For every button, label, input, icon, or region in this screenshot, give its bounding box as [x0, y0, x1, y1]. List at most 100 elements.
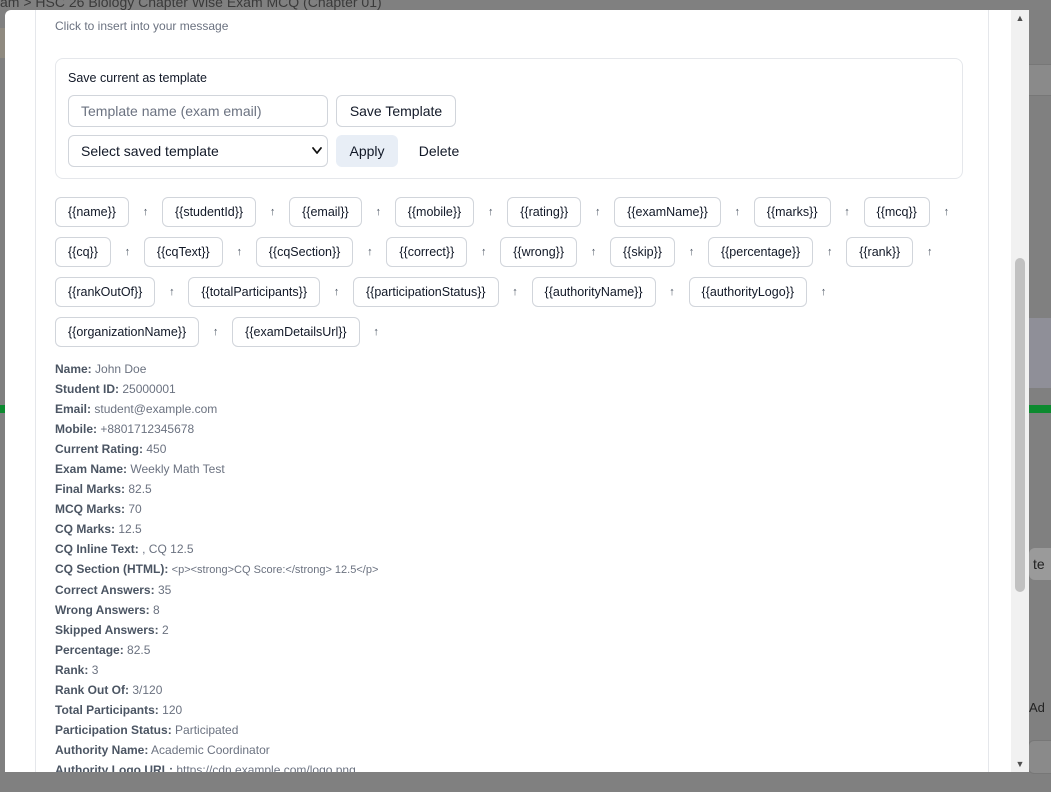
preview-key: Student ID:: [55, 382, 119, 396]
insert-arrow-icon[interactable]: ↑: [675, 246, 708, 258]
placeholder-chip[interactable]: {{percentage}}: [707, 237, 814, 267]
preview-value: 25000001: [122, 382, 176, 396]
insert-arrow-icon[interactable]: ↑: [223, 246, 256, 258]
insert-arrow-icon[interactable]: ↑: [913, 246, 946, 258]
preview-value: 82.5: [127, 643, 151, 657]
preview-value: 2: [161, 623, 169, 637]
preview-line: Student ID: 25000001: [55, 379, 378, 399]
insert-arrow-icon[interactable]: ↑: [362, 206, 395, 218]
delete-template-button[interactable]: Delete: [406, 135, 472, 167]
template-name-input[interactable]: [68, 95, 328, 127]
scroll-up-arrow-icon[interactable]: ▲: [1011, 10, 1029, 26]
insert-arrow-icon[interactable]: ↑: [474, 206, 507, 218]
preview-value: +8801712345678: [100, 422, 195, 436]
preview-line: Participation Status: Participated: [55, 720, 378, 740]
preview-key: Mobile:: [55, 422, 97, 436]
placeholder-chip[interactable]: {{email}}: [289, 197, 362, 227]
background-panel: [1029, 64, 1051, 96]
preview-value: 82.5: [128, 482, 152, 496]
preview-line: Wrong Answers: 8: [55, 600, 378, 620]
placeholder-chip[interactable]: {{mobile}}: [394, 197, 475, 227]
placeholder-chip[interactable]: {{cq}}: [55, 237, 111, 267]
preview-value: John Doe: [95, 362, 147, 376]
preview-key: CQ Section (HTML):: [55, 562, 169, 576]
preview-line: Percentage: 82.5: [55, 640, 378, 660]
background-button: te: [1029, 548, 1051, 580]
preview-value: 3: [91, 663, 99, 677]
preview-line: Rank Out Of: 3/120: [55, 680, 378, 700]
template-section: Save current as template Save Template S…: [55, 58, 963, 179]
preview-line: Authority Name: Academic Coordinator: [55, 740, 378, 760]
background-label: Ad: [1029, 700, 1045, 715]
placeholder-chip[interactable]: {{rating}}: [507, 197, 582, 227]
insert-arrow-icon[interactable]: ↑: [721, 206, 754, 218]
preview-line: Current Rating: 450: [55, 439, 378, 459]
placeholder-chip[interactable]: {{authorityLogo}}: [688, 277, 807, 307]
preview-value: 3/120: [132, 683, 163, 697]
preview-line: Final Marks: 82.5: [55, 479, 378, 499]
saved-template-select[interactable]: Select saved template: [68, 135, 328, 167]
preview-values: Name: John Doe Student ID: 25000001 Emai…: [55, 359, 378, 772]
placeholder-chip[interactable]: {{name}}: [55, 197, 129, 227]
email-composer-modal: Click to insert into your message Save c…: [5, 10, 1029, 772]
placeholder-chip[interactable]: {{examName}}: [614, 197, 721, 227]
insert-arrow-icon[interactable]: ↑: [111, 246, 144, 258]
placeholder-chip[interactable]: {{organizationName}}: [55, 317, 200, 347]
preview-key: Email:: [55, 402, 92, 416]
placeholder-chip[interactable]: {{studentId}}: [161, 197, 257, 227]
insert-arrow-icon[interactable]: ↑: [930, 206, 963, 218]
preview-line: Exam Name: Weekly Math Test: [55, 459, 378, 479]
insert-arrow-icon[interactable]: ↑: [581, 206, 614, 218]
insert-arrow-icon[interactable]: ↑: [467, 246, 500, 258]
placeholder-row: {{organizationName}} ↑ {{examDetailsUrl}}…: [55, 316, 965, 348]
insert-arrow-icon[interactable]: ↑: [656, 286, 689, 298]
placeholder-chip[interactable]: {{rankOutOf}}: [55, 277, 156, 307]
placeholder-chip[interactable]: {{cqText}}: [143, 237, 223, 267]
insert-arrow-icon[interactable]: ↑: [499, 286, 532, 298]
preview-line: CQ Inline Text: , CQ 12.5: [55, 539, 378, 559]
placeholder-chip-list: {{name}} ↑ {{studentId}} ↑ {{email}} ↑ {{mo…: [55, 196, 965, 356]
insert-arrow-icon[interactable]: ↑: [577, 246, 610, 258]
placeholder-chip[interactable]: {{marks}}: [753, 197, 831, 227]
scroll-down-arrow-icon[interactable]: ▼: [1011, 756, 1029, 772]
placeholder-row: {{name}} ↑ {{studentId}} ↑ {{email}} ↑ {{mo…: [55, 196, 965, 228]
insert-arrow-icon[interactable]: ↑: [320, 286, 353, 298]
background-progress-right: [1029, 405, 1051, 413]
placeholder-chip[interactable]: {{mcq}}: [863, 197, 930, 227]
placeholder-chip[interactable]: {{cqSection}}: [255, 237, 354, 267]
insert-arrow-icon[interactable]: ↑: [129, 206, 162, 218]
insert-hint: Click to insert into your message: [55, 19, 229, 33]
insert-arrow-icon[interactable]: ↑: [155, 286, 188, 298]
preview-key: Name:: [55, 362, 92, 376]
placeholder-chip[interactable]: {{skip}}: [610, 237, 675, 267]
authority-logo-link[interactable]: https://cdn.example.com/logo.png: [176, 763, 355, 772]
preview-line: Correct Answers: 35: [55, 580, 378, 600]
insert-arrow-icon[interactable]: ↑: [831, 206, 864, 218]
insert-arrow-icon[interactable]: ↑: [256, 206, 289, 218]
preview-line: Name: John Doe: [55, 359, 378, 379]
insert-arrow-icon[interactable]: ↑: [813, 246, 846, 258]
preview-line: Mobile: +8801712345678: [55, 419, 378, 439]
apply-template-button[interactable]: Apply: [336, 135, 398, 167]
insert-arrow-icon[interactable]: ↑: [807, 286, 840, 298]
insert-arrow-icon[interactable]: ↑: [199, 326, 232, 338]
preview-key: Authority Name:: [55, 743, 149, 757]
save-template-button[interactable]: Save Template: [336, 95, 456, 127]
insert-arrow-icon[interactable]: ↑: [360, 326, 393, 338]
insert-arrow-icon[interactable]: ↑: [353, 246, 386, 258]
placeholder-chip[interactable]: {{authorityName}}: [531, 277, 656, 307]
placeholder-chip[interactable]: {{examDetailsUrl}}: [232, 317, 360, 347]
preview-key: Total Participants:: [55, 703, 159, 717]
preview-line: Rank: 3: [55, 660, 378, 680]
placeholder-chip[interactable]: {{correct}}: [386, 237, 468, 267]
preview-value: 450: [146, 442, 167, 456]
placeholder-chip[interactable]: {{participationStatus}}: [353, 277, 499, 307]
preview-value: Weekly Math Test: [130, 462, 225, 476]
background-breadcrumb: am > HSC 26 Biology Chapter Wise Exam MC…: [0, 0, 382, 10]
preview-value: 12.5: [118, 522, 142, 536]
placeholder-row: {{rankOutOf}} ↑ {{totalParticipants}} ↑ {{…: [55, 276, 965, 308]
placeholder-chip[interactable]: {{rank}}: [846, 237, 914, 267]
scrollbar-thumb[interactable]: [1015, 258, 1025, 592]
placeholder-chip[interactable]: {{wrong}}: [500, 237, 577, 267]
placeholder-chip[interactable]: {{totalParticipants}}: [188, 277, 320, 307]
